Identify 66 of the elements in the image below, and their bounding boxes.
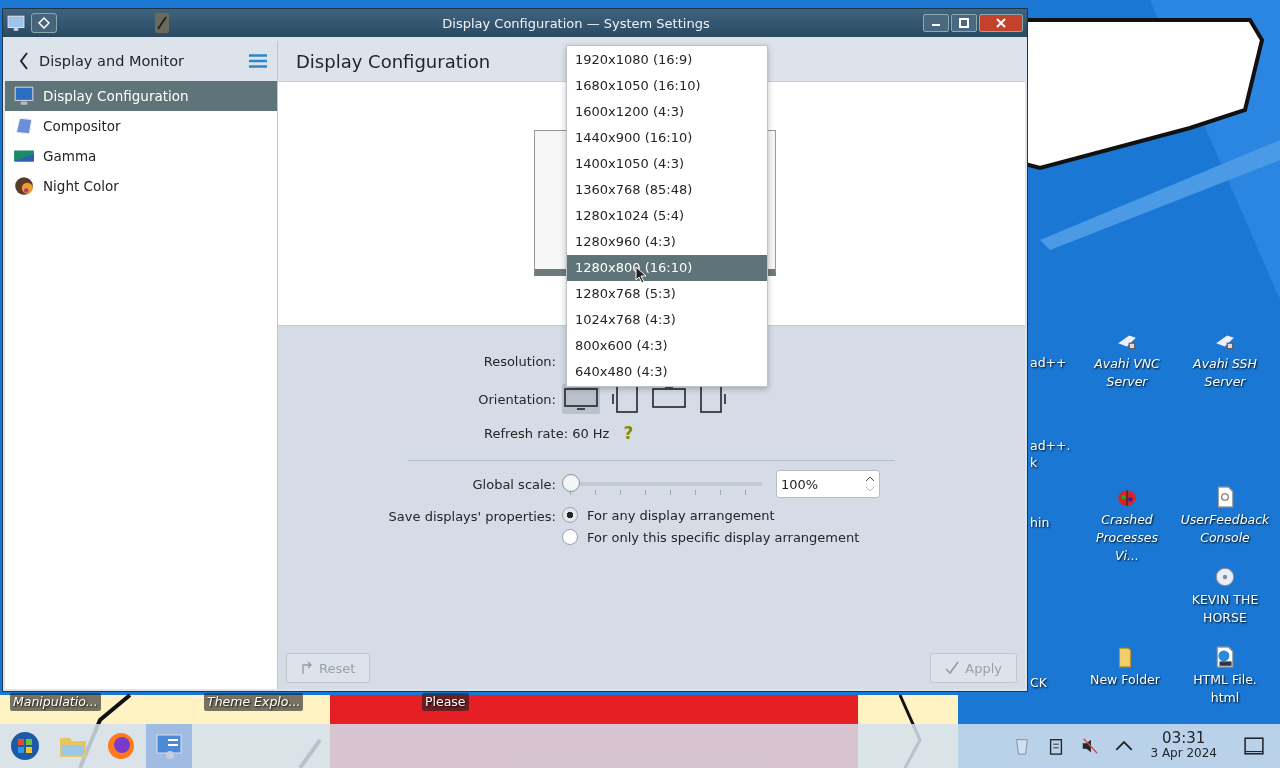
start-orb-icon — [10, 731, 40, 761]
clock[interactable]: 03:31 3 Apr 2024 — [1150, 731, 1217, 761]
desktop-icon-label[interactable]: ad++ — [1030, 354, 1067, 372]
show-desktop-icon[interactable] — [1244, 737, 1264, 755]
maximize-button[interactable] — [951, 14, 977, 32]
desktop-icon-label[interactable]: Avahi VNC Server — [1087, 355, 1167, 391]
minimize-button[interactable] — [923, 14, 949, 32]
sidebar-item[interactable]: Display Configuration — [5, 81, 277, 111]
form-label: Resolution: — [482, 353, 557, 369]
desktop-icon-label[interactable]: k — [1030, 454, 1038, 472]
menu-item[interactable]: 1280x960 (4:3) — [567, 229, 767, 255]
menu-item[interactable]: 800x600 (4:3) — [567, 333, 767, 359]
desktop-icon-label[interactable]: Theme Explo... — [204, 693, 304, 711]
form-label: Save displays' properties: — [387, 508, 557, 524]
disc-icon[interactable] — [1214, 566, 1236, 588]
settings-icon — [154, 731, 184, 761]
close-icon — [996, 18, 1006, 28]
maximize-icon — [959, 18, 969, 28]
close-button[interactable] — [979, 14, 1023, 32]
globe-file-icon[interactable] — [1214, 646, 1236, 668]
diamond-icon — [38, 17, 50, 29]
form-label: Orientation: — [477, 391, 557, 407]
menu-item[interactable]: 640x480 (4:3) — [567, 359, 767, 385]
desktop-icon-label[interactable]: Manipulatio... — [10, 693, 101, 711]
desktop-icon-label[interactable]: Avahi SSH Server — [1185, 355, 1265, 391]
pin-icon[interactable] — [155, 13, 169, 33]
checkmark-icon — [945, 661, 960, 675]
radio-option[interactable]: For only this specific display arrangement — [562, 529, 860, 545]
page-title: Display Configuration — [296, 50, 491, 72]
desktop-icon-label[interactable]: hin — [1030, 514, 1050, 532]
menu-item[interactable]: 1680x1050 (16:10) — [567, 73, 767, 99]
desktop-icon-label[interactable]: Crashed Processes Vi... — [1082, 511, 1172, 565]
menu-item[interactable]: 1400x1050 (4:3) — [567, 151, 767, 177]
slider-thumb[interactable] — [562, 474, 580, 492]
back-button[interactable] — [19, 52, 29, 70]
menu-item[interactable]: 1920x1080 (16:9) — [567, 47, 767, 73]
scale-spinbox[interactable]: 100% — [776, 470, 880, 498]
menu-item[interactable]: 1024x768 (4:3) — [567, 307, 767, 333]
desktop-icon-label[interactable]: Please — [422, 693, 469, 711]
menu-item[interactable]: 1280x800 (16:10) — [567, 255, 767, 281]
sidebar-item[interactable]: Compositor — [5, 111, 277, 141]
window-title: Display Configuration — System Settings — [441, 15, 711, 31]
sidebar-title: Display and Monitor — [39, 53, 186, 69]
menu-item[interactable]: 1280x1024 (5:4) — [567, 203, 767, 229]
refresh-rate-text: Refresh rate: 60 Hz — [484, 425, 610, 441]
desktop-icon-label[interactable]: KEVIN THE HORSE — [1185, 591, 1265, 627]
desktop-icon-label[interactable]: CK — [1030, 674, 1047, 692]
menu-item[interactable]: 1360x768 (85:48) — [567, 177, 767, 203]
browser-icon — [106, 731, 136, 761]
reset-icon — [301, 661, 313, 675]
monitor-icon[interactable] — [7, 14, 25, 32]
menu-item[interactable]: 1440x900 (16:10) — [567, 125, 767, 151]
desktop-icon-label[interactable]: ad++. — [1030, 437, 1071, 455]
desktop-icon-label[interactable]: UserFeedback Console — [1180, 511, 1270, 547]
sidebar-item[interactable]: Night Color — [5, 171, 277, 201]
radio-option[interactable]: For any display arrangement — [562, 507, 775, 523]
desktop-icon-label[interactable]: HTML File. html — [1185, 671, 1265, 707]
monitor-icon — [13, 85, 35, 107]
desktop-icon-label[interactable]: New Folder — [1090, 671, 1160, 689]
window-menu-button[interactable] — [31, 13, 57, 33]
muted-speaker-icon[interactable] — [1081, 737, 1100, 755]
menu-item[interactable]: 1600x1200 (4:3) — [567, 99, 767, 125]
menu-button[interactable] — [249, 54, 267, 68]
form-label: Global scale: — [471, 476, 557, 492]
sidebar-item[interactable]: Gamma — [5, 141, 277, 171]
menu-item[interactable]: 1280x768 (5:3) — [567, 281, 767, 307]
